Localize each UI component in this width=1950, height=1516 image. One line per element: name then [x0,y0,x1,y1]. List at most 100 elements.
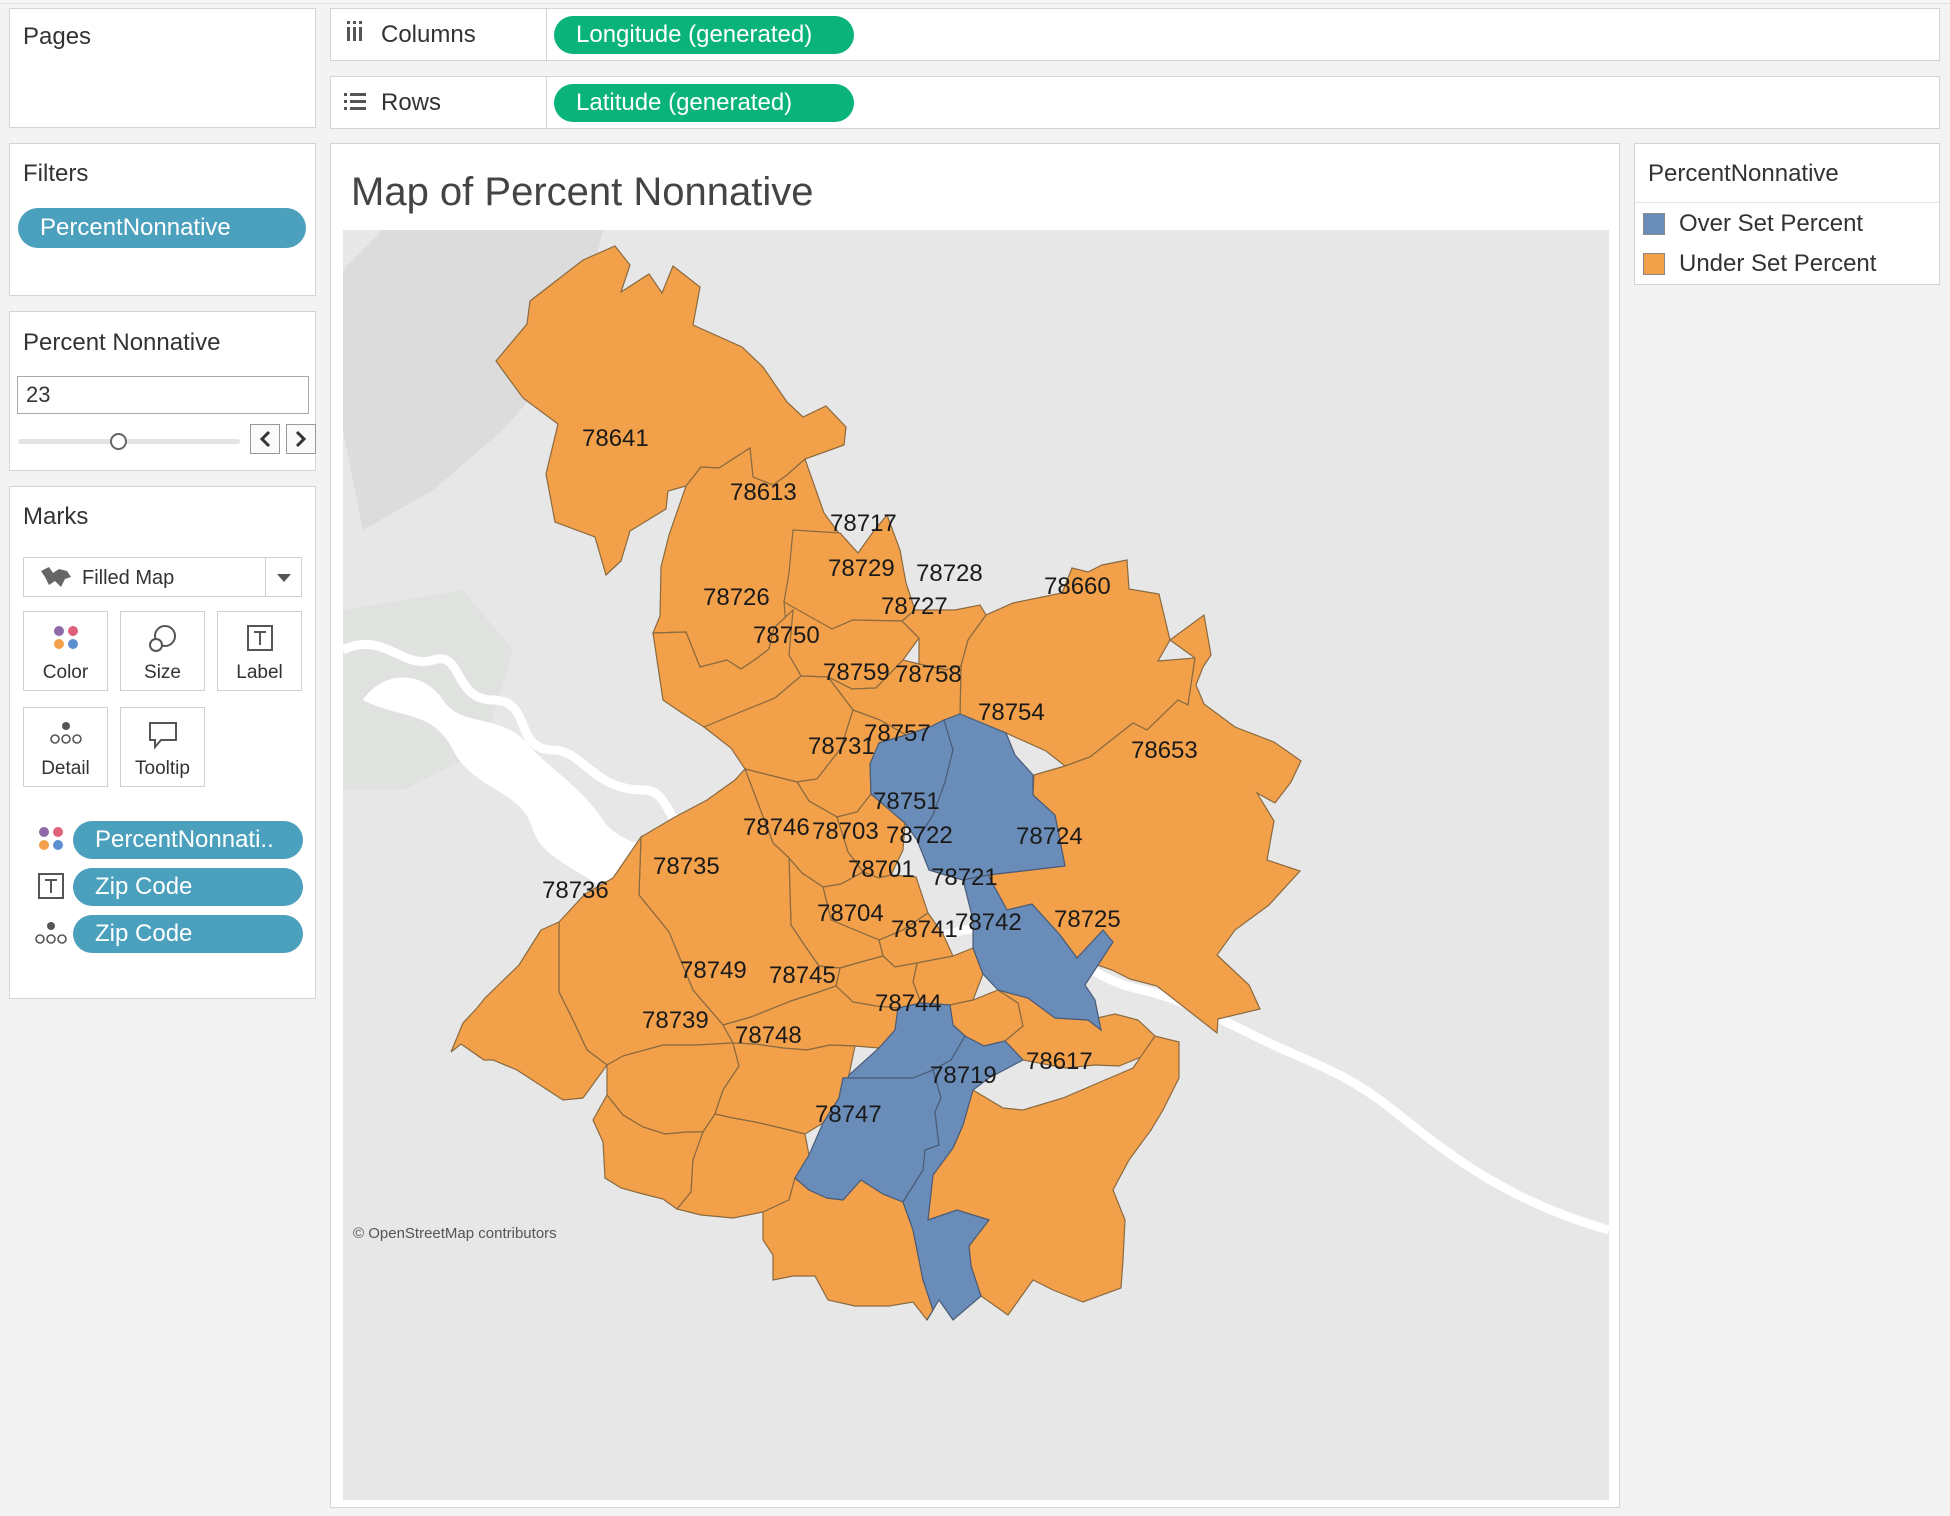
parameter-title: Percent Nonnative [23,329,221,356]
size-button-label: Size [144,662,181,683]
parameter-value-input[interactable] [17,376,309,414]
zip-label: 78759 [823,659,890,686]
zip-label: 78717 [830,510,897,537]
zip-label: 78746 [743,814,810,841]
chevron-right-icon [295,430,307,448]
dropdown-divider [265,558,266,596]
zip-label: 78653 [1131,737,1198,764]
legend-item-under[interactable]: Under Set Percent [1643,250,1876,278]
zip-label: 78703 [812,818,879,845]
zip-label: 78750 [753,622,820,649]
columns-shelf[interactable]: Columns Longitude (generated) [330,8,1940,62]
label-field-pill[interactable]: Zip Code [73,868,303,906]
parameter-slider-handle[interactable] [109,433,127,450]
color-button-label: Color [42,662,89,683]
rows-label: Rows [381,89,442,116]
mark-type-label: Filled Map [82,567,175,589]
zip-label: 78728 [916,560,983,587]
label-field-icon [38,873,64,899]
legend-swatch-over [1643,213,1665,235]
zip-label: 78731 [808,733,875,760]
zip-label: 78727 [881,593,948,620]
zip-label: 78722 [886,822,953,849]
legend-item-label: Over Set Percent [1679,210,1864,237]
filters-card: Filters PercentNonnative [9,143,316,296]
slider-decrease-button[interactable] [250,424,280,454]
zip-label: 78719 [930,1062,997,1089]
detail-dots-icon [49,722,82,744]
zip-label: 78742 [955,909,1022,936]
rows-divider [546,77,547,130]
zip-label: 78758 [895,661,962,688]
label-button[interactable]: Label [217,611,302,691]
chevron-down-icon [277,574,291,582]
zip-label: 78751 [873,788,940,815]
legend-swatch-under [1643,253,1665,275]
legend-card: PercentNonnative Over Set Percent Under … [1634,143,1940,285]
zip-label: 78735 [653,853,720,880]
parameter-slider-track[interactable] [18,439,240,444]
slider-increase-button[interactable] [286,424,316,454]
legend-title: PercentNonnative [1648,160,1839,187]
map-attribution: © OpenStreetMap contributors [353,1225,557,1242]
detail-button[interactable]: Detail [23,707,108,787]
zip-label: 78736 [542,877,609,904]
zip-label: 78641 [582,425,649,452]
zip-label: 78617 [1026,1048,1093,1075]
zip-label: 78725 [1054,906,1121,933]
text-label-icon [246,625,273,651]
longitude-pill[interactable]: Longitude (generated) [554,16,854,54]
tooltip-button-label: Tooltip [135,758,190,779]
legend-item-label: Under Set Percent [1679,250,1877,277]
zip-label: 78613 [730,479,797,506]
zip-label: 78660 [1044,573,1111,600]
zip-label: 78726 [703,584,770,611]
size-button[interactable]: Size [120,611,205,691]
zip-label: 78721 [931,864,998,891]
detail-field-pill[interactable]: Zip Code [73,915,303,953]
zip-label: 78739 [642,1007,709,1034]
zip-label: 78741 [891,916,958,943]
tooltip-icon [148,722,177,750]
zip-label: 78744 [875,990,942,1017]
zip-label: 78701 [848,856,915,883]
label-button-label: Label [236,662,283,683]
latitude-pill[interactable]: Latitude (generated) [554,84,854,122]
legend-item-over[interactable]: Over Set Percent [1643,210,1863,238]
rows-icon [343,91,369,118]
filters-title: Filters [23,160,89,187]
filled-map-icon [41,567,71,587]
color-dots-icon [53,626,78,649]
zip-label: 78749 [680,957,747,984]
marks-card: Marks Filled Map Color Size Label Detail… [9,486,316,999]
zip-label: 78704 [817,900,884,927]
color-field-pill[interactable]: PercentNonnati.. [73,821,303,859]
zip-label: 78748 [735,1022,802,1049]
zip-label: 78729 [828,555,895,582]
top-strip [0,0,1950,4]
marks-title: Marks [23,503,89,530]
pages-card: Pages [9,8,316,128]
parameter-card: Percent Nonnative [9,311,316,471]
view-title: Map of Percent Nonnative [351,170,814,214]
zip-label: 78747 [815,1101,882,1128]
pages-title: Pages [23,23,92,50]
legend-header-divider [1635,202,1939,203]
percentnonnative-filter-pill[interactable]: PercentNonnative [18,208,306,248]
zip-label: 78724 [1016,823,1083,850]
view-card: Map of Percent Nonnative 78641 78613 787… [330,143,1620,1508]
tooltip-button[interactable]: Tooltip [120,707,205,787]
size-icon [148,625,176,652]
map[interactable]: 78641 78613 78717 78729 78728 78660 7872… [343,230,1609,1500]
columns-icon [345,19,365,48]
detail-field-icon [35,922,67,944]
color-button[interactable]: Color [23,611,108,691]
columns-label: Columns [381,21,476,48]
chevron-left-icon [259,430,271,448]
columns-divider [546,9,547,62]
zip-label: 78745 [769,962,836,989]
rows-shelf[interactable]: Rows Latitude (generated) [330,76,1940,130]
zip-label: 78754 [978,699,1045,726]
color-field-icon [39,827,63,850]
mark-type-dropdown[interactable]: Filled Map [23,557,302,597]
